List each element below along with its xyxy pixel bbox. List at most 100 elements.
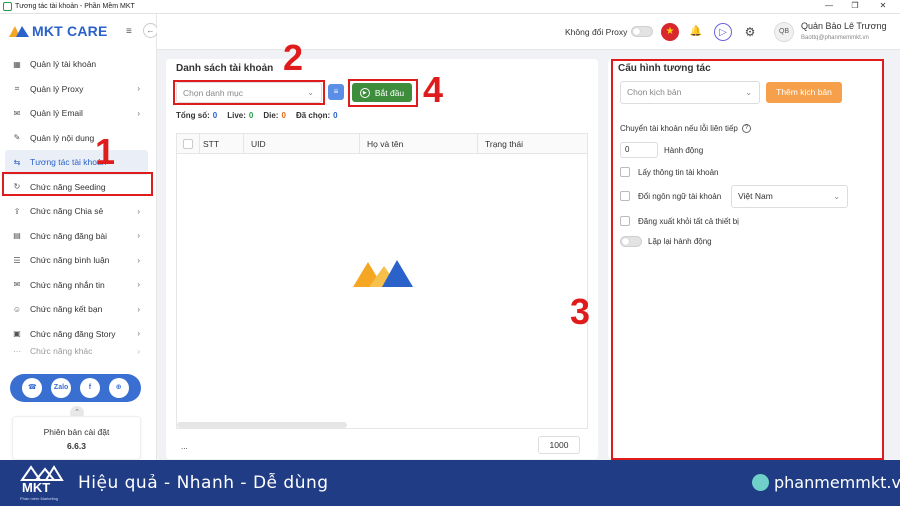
column-full-name[interactable]: Họ và tên bbox=[367, 134, 403, 154]
annotation-box-category bbox=[173, 80, 325, 105]
menu-toggle-icon[interactable]: ≡ bbox=[126, 26, 132, 37]
stat-live: Live: 0 bbox=[227, 111, 254, 120]
social-links: ☎ Zalo f ⊕ bbox=[10, 374, 141, 402]
proxy-icon: ⌗ bbox=[14, 83, 20, 93]
version-card: Phiên bản cài đặt 6.6.3 bbox=[12, 416, 141, 460]
close-button[interactable]: ✕ bbox=[872, 1, 894, 10]
account-list-panel: Danh sách tài khoản Chọn danh mục ⌄ ≡ ▶ … bbox=[166, 59, 598, 459]
sidebar-item-label: Quản lý Email bbox=[30, 108, 83, 119]
filter-button[interactable]: ≡ bbox=[328, 84, 344, 100]
annotation-number-2: 2 bbox=[283, 37, 304, 78]
interaction-icon: ⇆ bbox=[13, 157, 21, 167]
window-titlebar: Tương tác tài khoản - Phần Mềm MKT — ❐ ✕ bbox=[0, 0, 900, 14]
sidebar-item-label: Chức năng đăng bài bbox=[30, 230, 108, 241]
footer-website[interactable]: phanmemmkt.vn bbox=[752, 473, 900, 492]
sidebar-item-share[interactable]: ⇪ Chức năng Chia sẻ › bbox=[5, 199, 148, 224]
play-icon[interactable]: ▷ bbox=[714, 23, 732, 41]
page-size-input[interactable]: 1000 bbox=[538, 436, 580, 454]
footer-slogan: Hiệu quả - Nhanh - Dễ dùng bbox=[78, 473, 329, 493]
pagination-ellipsis[interactable]: ... bbox=[181, 442, 188, 451]
sidebar-item-label: Chức năng đăng Story bbox=[30, 328, 116, 339]
account-list-title: Danh sách tài khoản bbox=[176, 63, 274, 74]
sidebar-item-content[interactable]: ✎ Quản lý nội dung bbox=[5, 126, 148, 151]
bell-icon[interactable]: 🔔 bbox=[687, 23, 705, 41]
comment-icon: ☰ bbox=[13, 255, 21, 265]
maximize-button[interactable]: ❐ bbox=[844, 1, 866, 10]
support-icon[interactable]: ☎ bbox=[22, 378, 43, 398]
proxy-toggle[interactable] bbox=[631, 26, 653, 37]
horizontal-scrollbar[interactable] bbox=[177, 422, 347, 428]
brand-logo: MKT CARE bbox=[8, 20, 107, 42]
mkt-logo-icon bbox=[20, 465, 64, 481]
message-icon: ✉ bbox=[13, 280, 21, 290]
gear-icon[interactable]: ⚙ bbox=[741, 23, 759, 41]
sidebar-item-add-friend[interactable]: ☺ Chức năng kết bạn › bbox=[5, 297, 148, 322]
sidebar-item-proxy[interactable]: ⌗ Quản lý Proxy › bbox=[5, 77, 148, 102]
chevron-right-icon: › bbox=[137, 304, 140, 314]
minimize-button[interactable]: — bbox=[818, 1, 840, 10]
facebook-icon[interactable]: f bbox=[79, 378, 100, 398]
globe-icon bbox=[752, 474, 769, 491]
chevron-right-icon: › bbox=[137, 231, 140, 241]
chevron-right-icon: › bbox=[137, 280, 140, 290]
window-title: Tương tác tài khoản - Phần Mềm MKT bbox=[15, 3, 135, 10]
footer-logo-subtitle: Phần mềm Marketing bbox=[20, 496, 59, 501]
sidebar-menu: ▦ Quản lý tài khoản ⌗ Quản lý Proxy › ✉ Quản… bbox=[5, 52, 148, 356]
mkt-logo-icon bbox=[9, 26, 29, 37]
sidebar-item-account-manager[interactable]: ▦ Quản lý tài khoản bbox=[5, 52, 148, 77]
select-all-checkbox[interactable] bbox=[183, 139, 193, 149]
add-friend-icon: ☺ bbox=[12, 304, 22, 314]
share-icon: ⇪ bbox=[13, 206, 21, 216]
sidebar-item-post[interactable]: ▤ Chức năng đăng bài › bbox=[5, 224, 148, 249]
sidebar-item-message[interactable]: ✉ Chức năng nhắn tin › bbox=[5, 273, 148, 298]
sidebar-item-interaction[interactable]: ⇆ Tương tác tài khoản bbox=[5, 150, 148, 175]
loading-logo-icon bbox=[353, 260, 413, 287]
vietnam-flag-icon[interactable]: ★ bbox=[661, 23, 679, 41]
version-number: 6.6.3 bbox=[67, 441, 86, 451]
story-icon: ▣ bbox=[13, 329, 21, 339]
annotation-box-seeding bbox=[2, 172, 153, 196]
sidebar-item-email[interactable]: ✉ Quản lý Email › bbox=[5, 101, 148, 126]
version-label: Phiên bản cài đặt bbox=[43, 427, 110, 437]
mail-icon: ✉ bbox=[13, 108, 21, 118]
sidebar: MKT CARE ≡ ← ▦ Quản lý tài khoản ⌗ Quản lý… bbox=[0, 14, 158, 460]
chevron-right-icon: › bbox=[137, 206, 140, 216]
sidebar-item-label: Chức năng bình luận bbox=[30, 255, 110, 266]
annotation-number-1: 1 bbox=[95, 131, 116, 172]
sidebar-item-comment[interactable]: ☰ Chức năng bình luận › bbox=[5, 248, 148, 273]
footer-logo: MKT Phần mềm Marketing bbox=[18, 465, 66, 501]
website-icon[interactable]: ⊕ bbox=[108, 378, 129, 398]
user-email: Baottq@phanmemmkt.vn bbox=[801, 35, 869, 41]
annotation-box-start bbox=[348, 79, 418, 107]
sidebar-item-story[interactable]: ▣ Chức năng đăng Story › bbox=[5, 322, 148, 347]
chevron-right-icon: › bbox=[137, 346, 140, 356]
zalo-icon[interactable]: Zalo bbox=[51, 378, 72, 398]
annotation-number-3: 3 bbox=[570, 291, 591, 332]
more-icon: ⋯ bbox=[13, 346, 21, 356]
stat-die: Die: 0 bbox=[263, 111, 286, 120]
sidebar-item-label: Quản lý nội dung bbox=[30, 132, 95, 143]
stat-total: Tổng số: 0 bbox=[176, 111, 218, 120]
app-icon bbox=[3, 2, 12, 11]
chevron-right-icon: › bbox=[137, 255, 140, 265]
column-status[interactable]: Trạng thái bbox=[485, 134, 523, 154]
column-stt[interactable]: STT bbox=[203, 134, 219, 154]
collapse-sidebar-button[interactable]: ← bbox=[143, 23, 158, 38]
stat-selected: Đã chọn: 0 bbox=[295, 111, 338, 120]
brand-name: MKT CARE bbox=[32, 23, 108, 39]
annotation-number-4: 4 bbox=[423, 69, 444, 110]
footer-logo-text: MKT bbox=[22, 480, 51, 495]
sidebar-item-other[interactable]: ⋯ Chức năng khác › bbox=[5, 346, 148, 356]
table-header: STT UID Họ và tên Trạng thái bbox=[177, 134, 587, 154]
top-header: Không đổi Proxy ★ 🔔 ▷ ⚙ QB Quản Bảo Lê T… bbox=[157, 14, 900, 50]
account-table: STT UID Họ và tên Trạng thái bbox=[176, 133, 588, 429]
sidebar-item-label: Chức năng kết bạn bbox=[30, 304, 103, 315]
avatar[interactable]: QB bbox=[774, 22, 794, 42]
proxy-label: Không đổi Proxy bbox=[565, 27, 628, 37]
grid-icon: ▦ bbox=[13, 59, 21, 69]
column-uid[interactable]: UID bbox=[251, 134, 266, 154]
footer-website-text: phanmemmkt.vn bbox=[774, 473, 900, 492]
user-name: Quản Bảo Lê Trương bbox=[801, 21, 887, 31]
sidebar-item-label: Quản lý Proxy bbox=[30, 83, 84, 94]
post-icon: ▤ bbox=[13, 231, 21, 241]
